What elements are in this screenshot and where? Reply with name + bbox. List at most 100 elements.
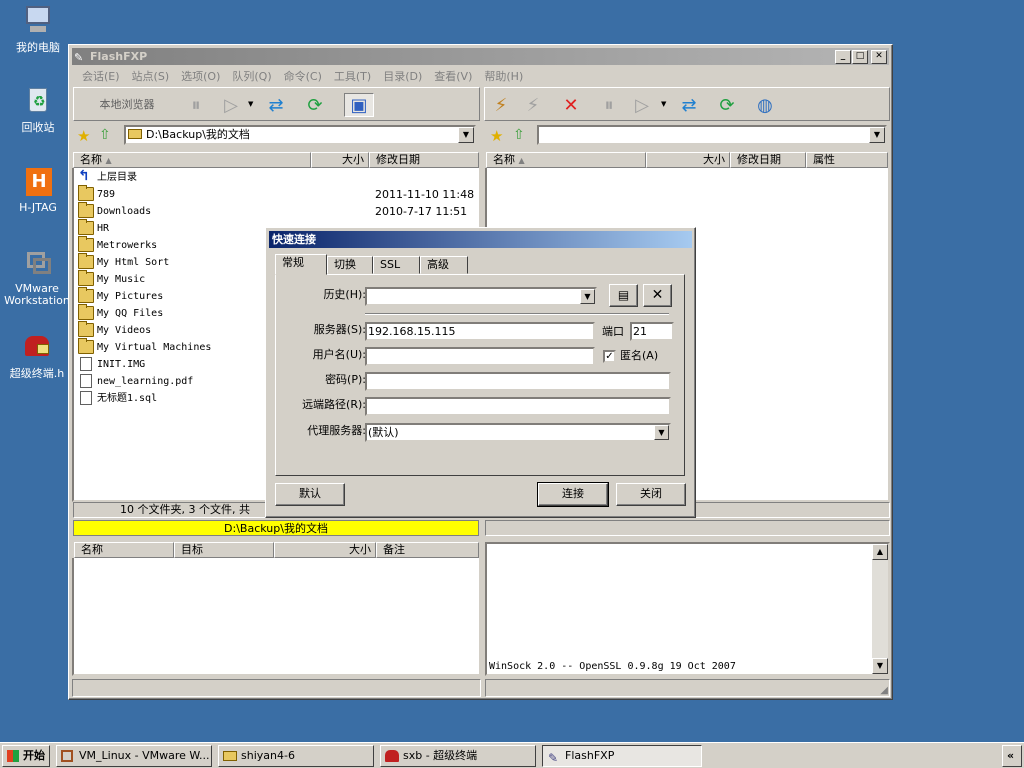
desktop-icon-vmware[interactable]: VMware Workstation [4,248,70,307]
col-size[interactable]: 大小 [646,152,730,168]
taskbar-item-flashfxp[interactable]: ✎ FlashFXP [542,745,702,767]
menu-commands[interactable]: 命令(C) [278,66,328,84]
file-name: My Music [97,274,146,285]
menu-queue[interactable]: 队列(Q) [226,66,277,84]
taskbar-item-hyperterminal[interactable]: sxb - 超级终端 [380,745,536,767]
history-delete-button[interactable]: ✕ [643,284,672,307]
local-browser-button[interactable]: 本地浏览器 [82,96,172,112]
server-input[interactable]: 192.168.15.115 [365,322,595,341]
scroll-up-icon[interactable]: ▲ [872,544,888,560]
dialog-title[interactable]: 快速连接 [269,231,692,248]
left-parent-dir-icon[interactable]: ⇧ [99,127,111,143]
quick-connect-dialog: 快速连接 常规 切换 SSL 高级 历史(H): ▼ ▤ ✕ 服务器(S): 1… [265,227,696,518]
menu-help[interactable]: 帮助(H) [478,66,529,84]
remote-transfer-icon[interactable]: ▷ [630,93,654,117]
queue-col-name[interactable]: 名称 [74,542,174,558]
queue-col-target[interactable]: 目标 [174,542,274,558]
connect-button[interactable]: 连接 [537,482,609,507]
port-input[interactable]: 21 [630,322,674,341]
start-button[interactable]: 开始 [2,745,50,767]
maximize-button[interactable]: □ [852,50,868,64]
browse-icon[interactable]: ▣ [344,93,374,117]
chevron-down-icon[interactable]: ▼ [580,289,595,304]
file-name: My Virtual Machines [97,342,212,353]
col-name[interactable]: 名称 ▲ [486,152,646,168]
desktop-icon-hjtag[interactable]: H H-JTAG [6,166,70,214]
remote-connect-icon[interactable]: ⇄ [677,93,701,117]
menu-session[interactable]: 会话(E) [76,66,126,84]
queue-col-size[interactable]: 大小 [274,542,376,558]
col-size[interactable]: 大小 [311,152,369,168]
right-toolbar: ⚡ ⚡ ✕ ⏸ ▷ ▼ ⇄ ⟳ ◍ [484,87,890,121]
tray-expand-button[interactable]: « [1002,745,1022,767]
tab-advanced[interactable]: 高级 [420,256,468,274]
chevron-down-icon[interactable]: ▼ [869,127,885,143]
left-path-combo[interactable]: D:\Backup\我的文档 ▼ [124,125,476,145]
window-titlebar[interactable]: ✎ FlashFXP _ □ ✕ [72,48,889,65]
tab-switch[interactable]: 切换 [327,256,373,274]
left-favorites-icon[interactable]: ★ [77,127,90,145]
queue-list[interactable] [72,558,481,676]
file-row[interactable]: ↰ 上层目录 [78,169,478,186]
tab-ssl[interactable]: SSL [373,256,420,274]
col-attr[interactable]: 属性 [806,152,888,168]
chevron-down-icon[interactable]: ▼ [654,425,669,440]
file-row[interactable]: Downloads 2010-7-17 11:51 [78,202,478,220]
right-favorites-icon[interactable]: ★ [490,127,503,145]
file-row[interactable]: 789 2011-11-10 11:48 [78,185,478,203]
username-label: 用户名(U): [312,348,366,361]
file-name: Metrowerks [97,240,158,251]
tab-general[interactable]: 常规 [275,254,327,275]
proxy-select[interactable]: (默认) ▼ [365,423,671,442]
col-date[interactable]: 修改日期 [369,152,479,168]
right-list-header: 名称 ▲ 大小 修改日期 属性 [486,152,888,168]
file-icon [80,391,92,405]
remote-transfer-dropdown-icon[interactable]: ▼ [661,100,666,108]
remote-refresh-icon[interactable]: ⟳ [715,93,739,117]
connect-lightning-icon[interactable]: ⚡ [489,93,513,117]
desktop-icon-recycle-bin[interactable]: ♻ 回收站 [6,84,70,135]
taskbar: 开始 VM_Linux - VMware W... shiyan4-6 sxb … [0,742,1024,768]
minimize-button[interactable]: _ [835,50,851,64]
default-button[interactable]: 默认 [275,483,345,506]
menu-sites[interactable]: 站点(S) [126,66,176,84]
desktop-icon-hyperterminal[interactable]: 超级终端.h [4,330,70,381]
taskbar-item-vmware[interactable]: VM_Linux - VMware W... [56,745,212,767]
connect-icon[interactable]: ⇄ [264,93,288,117]
abort-icon[interactable]: ✕ [559,93,583,117]
history-combo[interactable]: ▼ [365,287,597,306]
col-date[interactable]: 修改日期 [730,152,806,168]
transfer-icon[interactable]: ▷ [219,93,243,117]
history-list-button[interactable]: ▤ [609,284,638,307]
remote-pause-icon[interactable]: ⏸ [597,93,621,117]
col-name[interactable]: 名称 ▲ [73,152,311,168]
chevron-down-icon[interactable]: ▼ [458,127,474,143]
file-name: Downloads [97,206,152,217]
menu-options[interactable]: 选项(O) [175,66,226,84]
refresh-icon[interactable]: ⟳ [303,93,327,117]
right-parent-dir-icon[interactable]: ⇧ [513,127,525,143]
menu-directory[interactable]: 目录(D) [377,66,428,84]
username-input[interactable] [365,347,595,366]
flashfxp-icon: ✎ [548,751,559,765]
menu-view[interactable]: 查看(V) [428,66,478,84]
pause-icon[interactable]: ⏸ [184,93,208,117]
close-dialog-button[interactable]: 关闭 [616,483,686,506]
file-date: 2010-7-17 11:51 [375,205,468,218]
log-scrollbar[interactable]: ▲ ▼ [872,544,888,674]
right-path-combo[interactable]: ▼ [537,125,887,145]
remote-path-input[interactable] [365,397,671,416]
desktop-icon-my-computer[interactable]: 我的电脑 [6,4,70,55]
close-button[interactable]: ✕ [871,50,887,64]
scroll-down-icon[interactable]: ▼ [872,658,888,674]
taskbar-item-shiyan[interactable]: shiyan4-6 [218,745,374,767]
window-title: FlashFXP [90,50,148,63]
disconnect-icon[interactable]: ⚡ [521,93,545,117]
transfer-dropdown-icon[interactable]: ▼ [248,100,253,108]
queue-col-note[interactable]: 备注 [376,542,479,558]
password-input[interactable] [365,372,671,391]
menu-tools[interactable]: 工具(T) [328,66,377,84]
resize-grip-icon[interactable]: ◢ [880,685,888,696]
globe-icon[interactable]: ◍ [753,93,777,117]
anonymous-checkbox[interactable]: ✓ [603,350,616,363]
